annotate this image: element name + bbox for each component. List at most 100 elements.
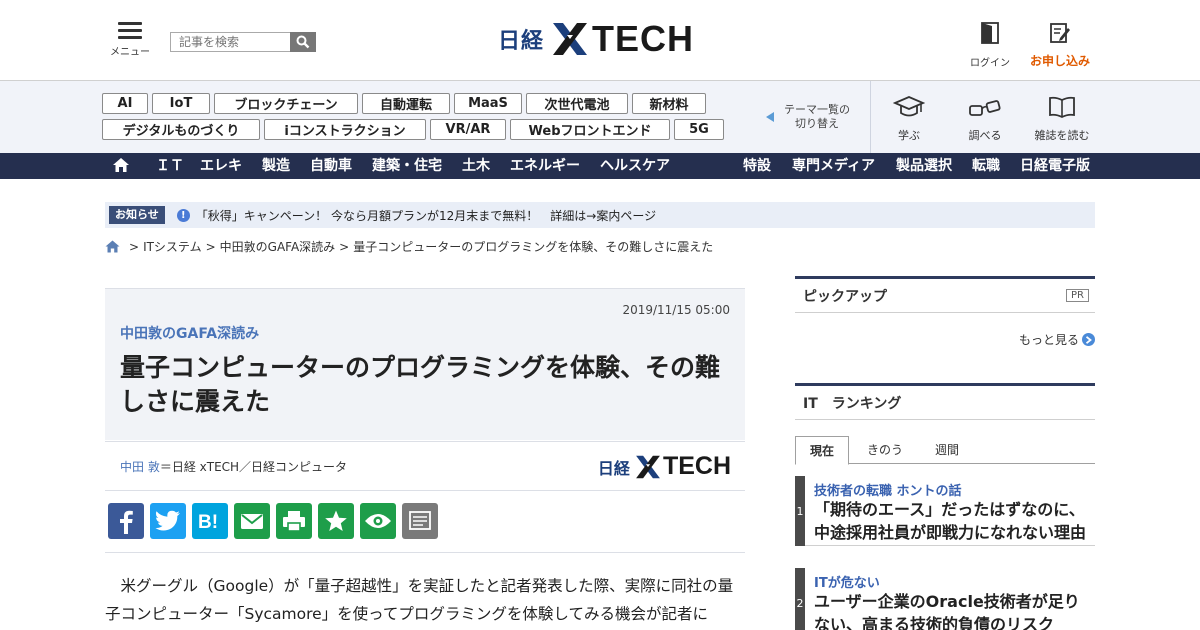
nav-item[interactable]: 日経電子版 (1020, 153, 1090, 179)
share-buttons: B! (105, 501, 745, 553)
topic-tag[interactable]: IoT (152, 93, 210, 114)
breadcrumb-link[interactable]: ITシステム (143, 238, 202, 255)
pickup-section: ピックアップ PR もっと見る (795, 276, 1095, 347)
magazine-button[interactable]: 雑誌を読む (1034, 95, 1090, 143)
nav-item[interactable]: 特設 (743, 153, 771, 179)
nav-item[interactable]: 自動車 (310, 153, 352, 179)
topic-tag[interactable]: AI (102, 93, 148, 114)
document-icon (409, 511, 431, 530)
nav-item[interactable]: 製造 (262, 153, 290, 179)
logo-tech: TECH (592, 18, 695, 59)
apply-button[interactable]: お申し込み (1028, 22, 1092, 69)
topic-tag[interactable]: MaaS (454, 93, 522, 114)
breadcrumb-current: 量子コンピューターのプログラミングを体験、その難しさに震えた (353, 240, 714, 254)
nav-item[interactable]: 転職 (972, 153, 1000, 179)
print-button[interactable] (276, 503, 312, 539)
tab-now[interactable]: 現在 (795, 436, 850, 465)
topic-tag[interactable]: ブロックチェーン (214, 93, 358, 114)
topic-tag[interactable]: 5G (674, 119, 724, 140)
home-link[interactable] (112, 157, 130, 175)
info-icon: ! (176, 208, 190, 222)
home-icon[interactable] (105, 240, 120, 253)
twitter-bird-icon (155, 510, 180, 531)
topic-tags: AI IoT ブロックチェーン 自動運転 MaaS 次世代電池 新材料 デジタル… (102, 93, 742, 145)
breadcrumb-separator: > (129, 239, 140, 254)
pen-paper-icon (1050, 23, 1070, 43)
learn-button[interactable]: 学ぶ (891, 95, 927, 143)
twitter-share-button[interactable] (150, 503, 186, 539)
ranking-section: IT ランキング 現在 きのう 週間 1 技術者の転職 ホントの話 「期待のエー… (795, 383, 1095, 630)
author-link[interactable]: 中田 敦 (120, 460, 160, 474)
learn-label: 学ぶ (898, 129, 920, 142)
mail-share-button[interactable] (234, 503, 270, 539)
topic-tag[interactable]: Webフロントエンド (510, 119, 670, 140)
article-title: 量子コンピューターのプログラミングを体験、その難しさに震えた (120, 353, 721, 416)
theme-switch-line1: テーマ一覧の (784, 103, 850, 116)
notice-bar: お知らせ ! 「秋得」キャンペーン！ 今なら月額プランが12月末まで無料！ 詳細… (105, 202, 1095, 228)
search-box (170, 32, 316, 52)
nav-item[interactable]: 土木 (462, 153, 490, 179)
logo-x-mark (553, 23, 588, 55)
logo-nikkei: 日経 (597, 458, 630, 478)
ranking-title-text: 「期待のエース」だったはずなのに、中途採用社員が即戦力になれない理由 (814, 500, 1087, 542)
notice-link[interactable]: 「秋得」キャンペーン！ 今なら月額プランが12月末まで無料！ 詳細は→案内ページ (196, 207, 656, 224)
nav-item[interactable]: 建築・住宅 (372, 153, 442, 179)
site-logo[interactable]: 日経 TECH (498, 18, 694, 60)
favorite-button[interactable] (318, 503, 354, 539)
topic-tag[interactable]: VR/AR (430, 119, 506, 140)
research-label: 調べる (968, 129, 1002, 142)
menu-button[interactable]: メニュー (108, 22, 152, 58)
article-series-link[interactable]: 中田敦のGAFA深読み (120, 323, 259, 343)
article-header: 2019/11/15 05:00 中田敦のGAFA深読み 量子コンピューターのプ… (105, 288, 745, 440)
hatena-bookmark-button[interactable]: B! (192, 503, 228, 539)
logo-tech: TECH (662, 452, 731, 480)
logo-x-mark (636, 455, 660, 478)
topic-tag-row-2: デジタルものづくり iコンストラクション VR/AR Webフロントエンド 5G (102, 119, 742, 140)
watch-button[interactable] (360, 503, 396, 539)
menu-label: メニュー (110, 47, 150, 58)
breadcrumb-separator: > (339, 239, 350, 254)
ranking-item[interactable]: 1 技術者の転職 ホントの話 「期待のエース」だったはずなのに、中途採用社員が即… (795, 476, 1095, 546)
theme-switch-button[interactable]: テーマ一覧の 切り替え (766, 103, 850, 131)
nav-item[interactable]: 製品選択 (896, 153, 952, 179)
hamburger-icon (118, 22, 142, 39)
ranking-tabs: 現在 きのう 週間 (795, 436, 1095, 465)
topic-tag[interactable]: デジタルものづくり (102, 119, 260, 140)
login-label: ログイン (970, 58, 1010, 69)
magazine-label: 雑誌を読む (1034, 129, 1090, 142)
tab-yesterday[interactable]: きのう (853, 436, 917, 464)
printer-icon (283, 511, 305, 532)
nav-item[interactable]: エネルギー (510, 153, 580, 179)
topic-tag[interactable]: 次世代電池 (526, 93, 628, 114)
breadcrumb-link[interactable]: 中田敦のGAFA深読み (220, 238, 336, 255)
more-link[interactable]: もっと見る (1019, 331, 1095, 348)
rank-number: 1 (795, 476, 805, 546)
nav-item[interactable]: 専門メディア (792, 153, 875, 179)
print-preview-button[interactable] (402, 503, 438, 539)
topic-tag-row-1: AI IoT ブロックチェーン 自動運転 MaaS 次世代電池 新材料 (102, 93, 742, 114)
topic-tag[interactable]: iコンストラクション (264, 119, 426, 140)
eye-icon (365, 514, 391, 528)
door-icon (981, 22, 999, 44)
article-body: 米グーグル（Google）が「量子超越性」を実証したと記者発表した際、実際に同社… (105, 577, 734, 623)
ranking-title-text: ユーザー企業のOracle技術者が足りない、高まる技術的負債のリスク (814, 592, 1080, 630)
rank-number: 2 (795, 568, 805, 630)
site-header: メニュー 日経 TECH ログイン (0, 0, 1200, 81)
topic-tag[interactable]: 新材料 (632, 93, 706, 114)
ranking-item[interactable]: 2 ITが危ない ユーザー企業のOracle技術者が足りない、高まる技術的負債の… (795, 568, 1095, 630)
nav-item[interactable]: ヘルスケア (600, 153, 670, 179)
topic-band: AI IoT ブロックチェーン 自動運転 MaaS 次世代電池 新材料 デジタル… (0, 81, 1200, 153)
home-icon (113, 158, 129, 172)
mail-icon (241, 514, 263, 529)
ranking-title: IT ランキング (795, 386, 1095, 420)
research-button[interactable]: 調べる (966, 95, 1004, 143)
nav-item[interactable]: エレキ (200, 153, 242, 179)
facebook-share-button[interactable] (108, 503, 144, 539)
search-input[interactable] (170, 32, 290, 52)
nav-item[interactable]: ＩＴ (156, 153, 184, 179)
search-button[interactable] (290, 32, 316, 52)
author-byline: 中田 敦＝日経 xTECH／日経コンピュータ (120, 458, 347, 475)
topic-tag[interactable]: 自動運転 (362, 93, 450, 114)
login-button[interactable]: ログイン (968, 22, 1012, 69)
tab-weekly[interactable]: 週間 (921, 436, 973, 464)
